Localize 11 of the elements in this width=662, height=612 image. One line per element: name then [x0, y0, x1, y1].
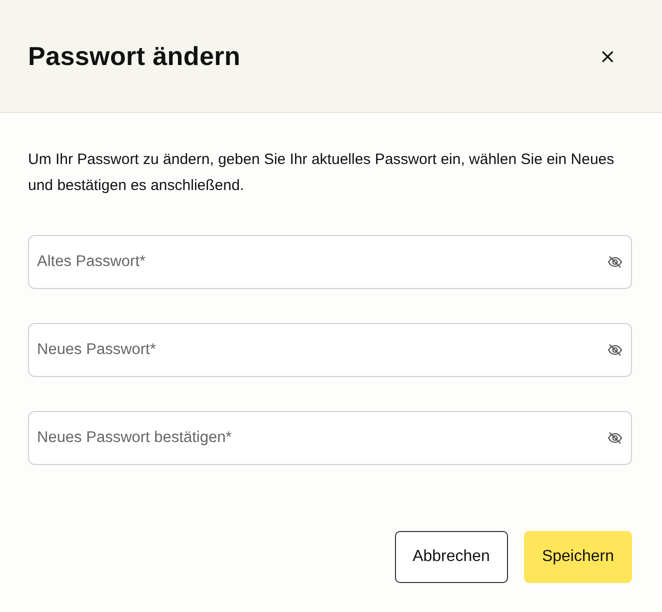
password-field[interactable]: Neues Passwort*: [28, 323, 632, 377]
password-field[interactable]: Neues Passwort bestätigen*: [28, 411, 632, 465]
eye-slash-icon[interactable]: [607, 342, 623, 358]
dialog-title: Passwort ändern: [28, 40, 241, 72]
password-field[interactable]: Altes Passwort*: [28, 235, 632, 289]
close-button[interactable]: ×: [595, 44, 620, 68]
eye-slash-icon[interactable]: [607, 430, 623, 446]
description-text: Um Ihr Passwort zu ändern, geben Sie Ihr aktuelles Passwort ein, wählen Sie ein Neues und bestätigen es anschließend.: [28, 150, 616, 196]
eye-slash-icon[interactable]: [607, 254, 623, 270]
save-button[interactable]: Speichern: [524, 531, 632, 583]
cancel-button[interactable]: Abbrechen: [394, 531, 508, 583]
